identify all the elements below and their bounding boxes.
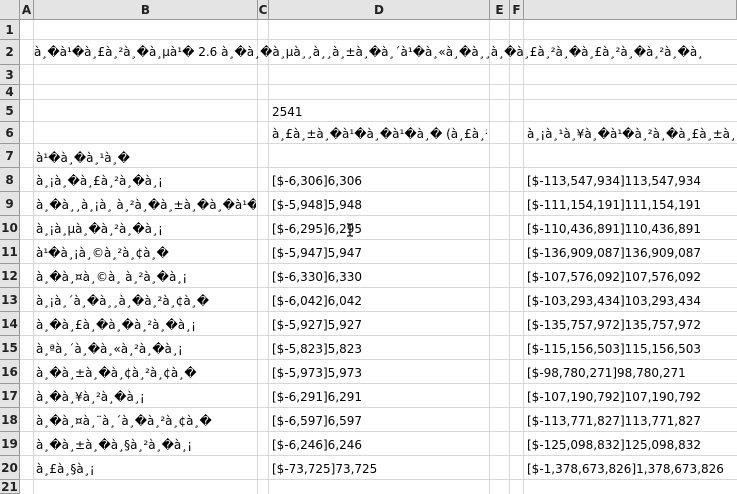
value-cell[interactable]: [$-125,098,832]125,098,832 — [527, 438, 735, 452]
row-header[interactable]: 13 — [0, 288, 20, 312]
row-header[interactable]: 18 — [0, 408, 20, 432]
units-cell[interactable]: [$-6,291]6,291 — [272, 390, 487, 404]
column-header-g[interactable] — [524, 0, 737, 20]
row-header[interactable]: 3 — [0, 65, 20, 85]
row-header[interactable]: 8 — [0, 168, 20, 192]
year-cell[interactable]: 2541 — [272, 105, 303, 119]
row-header[interactable]: 21 — [0, 480, 20, 494]
row-header[interactable]: 7 — [0, 144, 20, 168]
select-all-corner[interactable] — [0, 0, 20, 20]
row-header[interactable]: 2 — [0, 40, 20, 65]
month-label-cell[interactable]: à¸�à¸±à¸�à¸§à¸²à¸�à¸¡ — [36, 438, 256, 452]
month-label-cell[interactable]: à¸�à¸¥à¸²à¸�à¸¡ — [36, 390, 256, 404]
units-cell[interactable]: [$-6,295]6,295 — [272, 222, 487, 236]
row-header[interactable]: 16 — [0, 360, 20, 384]
month-label-cell[interactable]: à¸�à¸¸à¸¡à¸ à¸²à¸�à¸±à¸�à¸�à¹� — [36, 198, 256, 212]
column-header-e[interactable]: E — [490, 0, 510, 20]
units-cell[interactable]: [$-5,927]5,927 — [272, 318, 487, 332]
column-header-c[interactable]: C — [258, 0, 269, 20]
value-cell[interactable]: [$-115,156,503]115,156,503 — [527, 342, 735, 356]
value-cell[interactable]: [$-1,378,673,826]1,378,673,826 — [527, 462, 735, 476]
row-header[interactable]: 10 — [0, 216, 20, 240]
units-cell[interactable]: [$-6,246]6,246 — [272, 438, 487, 452]
month-label-cell[interactable]: à¸�à¸¤à¸¨à¸´à¸�à¸²à¸¢à¸� — [36, 414, 256, 428]
month-label-cell[interactable]: à¸ªà¸´à¸�à¸«à¸²à¸�à¸¡ — [36, 342, 256, 356]
row-line — [20, 100, 737, 122]
units-cell[interactable]: [$-6,330]6,330 — [272, 270, 487, 284]
value-cell[interactable]: [$-107,576,092]107,576,092 — [527, 270, 735, 284]
month-label-cell[interactable]: à¸¡à¸�à¸£à¸²à¸�à¸¡ — [36, 174, 256, 188]
month-label-cell[interactable]: à¸�à¸¤à¸©à¸ à¸²à¸�à¸¡ — [36, 270, 256, 284]
month-label-cell[interactable]: à¹�à¸¡à¸©à¸²à¸¢à¸� — [36, 246, 256, 260]
units-cell[interactable]: [$-5,947]5,947 — [272, 246, 487, 260]
month-label-cell[interactable]: à¸�à¸±à¸�à¸¢à¸²à¸¢à¸� — [36, 366, 256, 380]
row-header[interactable]: 14 — [0, 312, 20, 336]
column-header-b[interactable]: B — [34, 0, 258, 20]
units-cell[interactable]: [$-6,306]6,306 — [272, 174, 487, 188]
row-header[interactable]: 5 — [0, 100, 20, 122]
row-header[interactable]: 9 — [0, 192, 20, 216]
column-d-heading[interactable]: à¸£à¸±à¸�à¹�à¸�à¹�à¸� (à¸£à¸²à¸¢) — [272, 127, 487, 141]
column-header-a[interactable]: A — [20, 0, 34, 20]
row-header[interactable]: 1 — [0, 20, 20, 40]
value-cell[interactable]: [$-111,154,191]111,154,191 — [527, 198, 735, 212]
value-cell[interactable]: [$-136,909,087]136,909,087 — [527, 246, 735, 260]
row-line — [20, 85, 737, 100]
month-label-cell[interactable]: à¸¡à¸µà¸�à¸²à¸�à¸¡ — [36, 222, 256, 236]
row-line — [20, 65, 737, 85]
value-cell[interactable]: [$-113,547,934]113,547,934 — [527, 174, 735, 188]
row-header[interactable]: 6 — [0, 122, 20, 144]
month-label-cell[interactable]: à¸�à¸£à¸�à¸�à¸²à¸�à¸¡ — [36, 318, 256, 332]
value-cell[interactable]: [$-103,293,434]103,293,434 — [527, 294, 735, 308]
row-header[interactable]: 17 — [0, 384, 20, 408]
row-line — [20, 20, 737, 40]
value-cell[interactable]: [$-98,780,271]98,780,271 — [527, 366, 735, 380]
title-cell[interactable]: à¸�à¹�à¸£à¸²à¸�à¸µà¹� 2.6 à¸�à¸�à¸µà¸¸à¸… — [34, 45, 737, 59]
row-header[interactable]: 20 — [0, 456, 20, 480]
value-cell[interactable]: [$-113,771,827]113,771,827 — [527, 414, 735, 428]
column-header-d[interactable]: D — [269, 0, 490, 20]
units-cell[interactable]: [$-5,948]5,948 — [272, 198, 487, 212]
value-cell[interactable]: [$-107,190,792]107,190,792 — [527, 390, 735, 404]
text-cursor-icon — [347, 223, 353, 237]
units-cell[interactable]: [$-5,973]5,973 — [272, 366, 487, 380]
row-header[interactable]: 12 — [0, 264, 20, 288]
row-header[interactable]: 15 — [0, 336, 20, 360]
spreadsheet: A B C D E F 1 2 3 4 5 6 7 8 9 10 11 12 1… — [0, 0, 737, 494]
row-header[interactable]: 11 — [0, 240, 20, 264]
units-cell[interactable]: [$-6,597]6,597 — [272, 414, 487, 428]
units-cell[interactable]: [$-6,042]6,042 — [272, 294, 487, 308]
row-header[interactable]: 4 — [0, 85, 20, 100]
value-cell[interactable]: [$-110,436,891]110,436,891 — [527, 222, 735, 236]
column-f-heading[interactable]: à¸¡à¸¹à¸¥à¸�à¹�à¸²à¸�à¸£à¸±à¸ — [527, 127, 737, 141]
month-label-cell[interactable]: à¸£à¸§à¸¡ — [36, 462, 256, 476]
units-cell[interactable]: [$-73,725]73,725 — [272, 462, 487, 476]
value-cell[interactable]: [$-135,757,972]135,757,972 — [527, 318, 735, 332]
units-cell[interactable]: [$-5,823]5,823 — [272, 342, 487, 356]
row-header[interactable]: 19 — [0, 432, 20, 456]
column-header-f[interactable]: F — [510, 0, 524, 20]
month-label-cell[interactable]: à¸¡à¸´à¸�à¸¸à¸�à¸²à¸¢à¸� — [36, 294, 256, 308]
row7-label[interactable]: à¹�à¸�à¸¹à¸� — [36, 151, 256, 165]
